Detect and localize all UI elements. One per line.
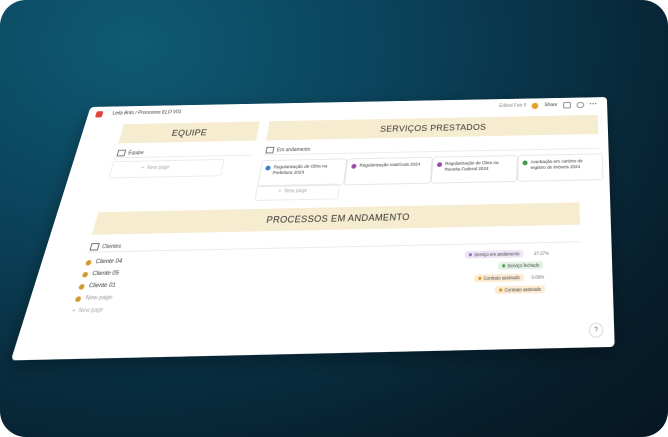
stage: Leila Brito / Processos ELO V01 Edited F… — [0, 0, 668, 437]
new-page-label: New page — [146, 164, 171, 171]
app-window: Leila Brito / Processos ELO V01 Edited F… — [10, 97, 615, 361]
processos-view-label: Clientes — [101, 243, 122, 250]
progress-percent: 0.00% — [531, 274, 545, 280]
board-icon — [265, 146, 275, 154]
client-icon — [78, 283, 86, 290]
servicos-title: SERVIÇOS PRESTADOS — [379, 122, 487, 134]
service-card-label: Regularização de Obra na Prefeitura 2024 — [272, 163, 328, 176]
servicos-header: SERVIÇOS PRESTADOS — [265, 114, 599, 141]
status-dot-icon — [436, 162, 443, 168]
status-dot-icon — [468, 253, 473, 257]
client-icon — [81, 271, 89, 278]
star-icon[interactable] — [576, 101, 584, 108]
equipe-new-page[interactable]: + New page — [140, 165, 170, 171]
plus-icon: + — [277, 188, 282, 195]
comment-icon[interactable] — [562, 101, 571, 109]
service-card-label: Regularização de Obra na Receita Federal… — [444, 160, 499, 172]
status-label: Contrato assinado — [483, 274, 520, 282]
status-dot-icon — [522, 160, 528, 166]
servicos-new-page[interactable]: + New page — [278, 188, 308, 195]
processos-view[interactable]: Clientes — [89, 242, 122, 251]
client-name: Cliente 05 — [91, 270, 120, 278]
list-item[interactable]: Cliente 05 — [81, 270, 120, 278]
status-label: Serviço em andamento — [473, 251, 520, 258]
edited-label: Edited Feb 9 — [499, 102, 527, 109]
equipe-title: EQUIPE — [170, 127, 209, 138]
share-button[interactable]: Share — [544, 102, 557, 108]
client-name: New page — [84, 294, 114, 302]
status-badge: Serviço em andamento — [464, 249, 524, 259]
processos-header: PROCESSOS EM ANDAMENTO — [91, 202, 580, 235]
processos-title: PROCESSOS EM ANDAMENTO — [265, 211, 411, 226]
equipe-view-label: Equipe — [127, 149, 145, 156]
service-card-label: Averbação em cartório de registro de imó… — [530, 158, 583, 170]
status-badge: Serviço fechado — [497, 261, 544, 270]
status-badge: Contrato assinado — [494, 285, 546, 295]
status-dot-icon — [478, 276, 482, 281]
status-label: Contrato assinado — [504, 286, 542, 293]
servicos-view-label: Em andamento — [276, 146, 311, 153]
plus-icon: + — [71, 307, 77, 315]
list-item[interactable]: Cliente 04 — [85, 258, 123, 265]
plus-icon: + — [140, 165, 145, 172]
avatar[interactable] — [531, 102, 539, 109]
more-options-icon[interactable]: ••• — [590, 102, 598, 107]
top-right-tools: Edited Feb 9 Share ••• — [499, 101, 598, 109]
progress-percent: 27.27% — [534, 250, 549, 257]
service-card[interactable]: Averbação em cartório de registro de imó… — [517, 153, 604, 182]
client-icon — [85, 259, 93, 266]
new-page-label: New page — [77, 307, 105, 315]
status-dot-icon — [265, 165, 271, 171]
service-card[interactable]: Regularização matrícula 2024 — [343, 156, 433, 186]
status-dot-icon — [499, 288, 503, 292]
client-name: Cliente 01 — [87, 282, 117, 290]
new-page-label: New page — [283, 188, 308, 195]
list-item[interactable]: Cliente 01 — [78, 282, 117, 290]
equipe-view[interactable]: Equipe — [116, 149, 145, 157]
processos-new-page[interactable]: + New page — [71, 307, 104, 315]
client-name: Cliente 04 — [94, 258, 123, 266]
service-card-label: Regularização matrícula 2024 — [359, 161, 421, 168]
status-badge: Contrato assinado — [473, 273, 525, 283]
gallery-icon — [116, 149, 127, 157]
status-label: Serviço fechado — [507, 262, 540, 269]
service-card[interactable]: Regularização de Obra na Receita Federal… — [430, 155, 518, 184]
client-icon — [74, 295, 82, 302]
status-dot-icon — [351, 163, 357, 169]
app-logo-icon — [95, 110, 104, 118]
servicos-view[interactable]: Em andamento — [265, 146, 311, 154]
breadcrumb[interactable]: Leila Brito / Processos ELO V01 — [112, 110, 182, 117]
list-item[interactable]: New page — [74, 294, 114, 303]
table-icon — [89, 242, 100, 251]
status-dot-icon — [502, 264, 506, 268]
equipe-header: EQUIPE — [118, 121, 260, 144]
help-button[interactable]: ? — [588, 322, 604, 338]
